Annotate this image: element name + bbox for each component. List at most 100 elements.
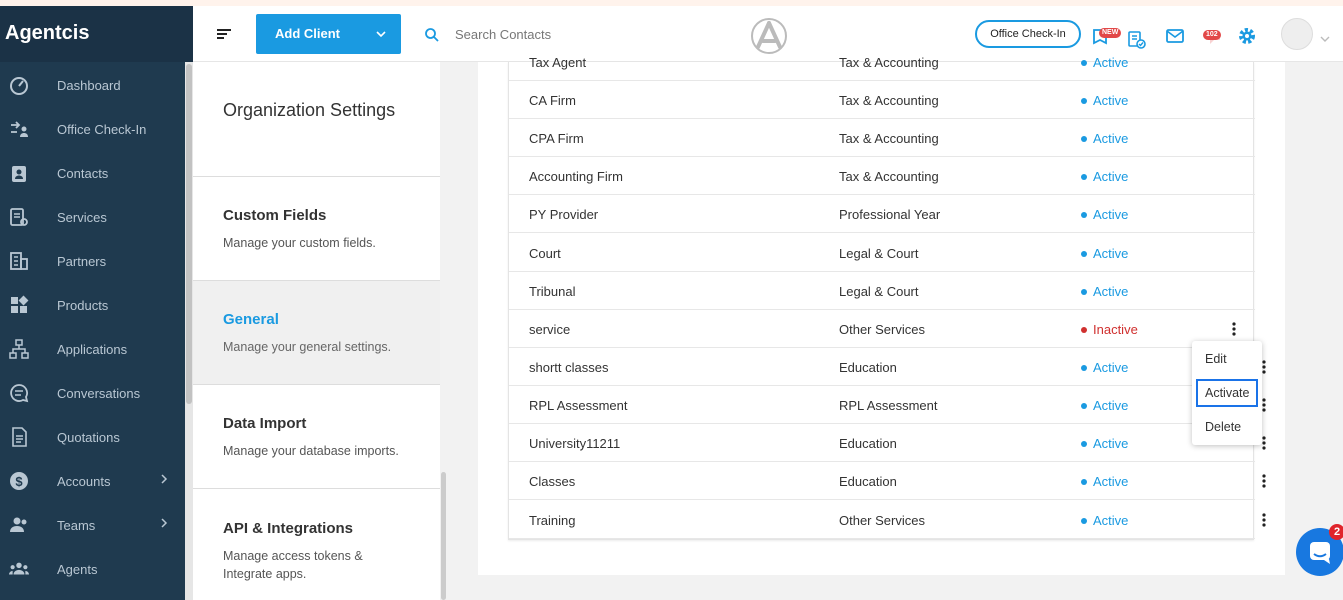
status-dot-icon (1081, 136, 1087, 142)
status-badge: Active (1081, 131, 1128, 146)
status-label: Active (1093, 246, 1129, 261)
table-row: shortt classes Education Active (509, 348, 1266, 386)
table-row: Accounting Firm Tax & Accounting Active (509, 157, 1255, 195)
status-dot-icon (1081, 403, 1087, 409)
status-badge: Active (1081, 284, 1128, 299)
status-label: Active (1093, 207, 1129, 222)
organization-settings-panel: Organization Settings Custom Fields Mana… (193, 62, 447, 600)
page-title: Organization Settings (223, 100, 396, 120)
status-badge: Active (1081, 55, 1128, 70)
settings-item-title: API & Integrations (223, 520, 354, 537)
search-icon[interactable] (424, 27, 440, 43)
chat-badge: 2 (1329, 524, 1343, 540)
service-name: Classes (529, 474, 576, 489)
user-avatar[interactable] (1281, 18, 1313, 50)
more-actions-icon[interactable] (1261, 512, 1267, 528)
more-actions-icon[interactable] (1261, 473, 1267, 489)
activate-menu-item[interactable]: Activate (1196, 379, 1258, 407)
service-name: PY Provider (529, 207, 599, 222)
partners-icon (9, 251, 29, 271)
sidebar-item-label: Applications (57, 341, 128, 357)
sidebar-item-accounts[interactable]: $ Accounts (0, 459, 185, 503)
sidebar-item-agents[interactable]: Agents (0, 547, 185, 591)
status-dot-icon (1081, 289, 1087, 295)
service-name: Training (529, 513, 576, 528)
sidebar: Agentcis Dashboard Office Check-In Conta… (0, 6, 193, 600)
sidebar-item-label: Teams (57, 517, 96, 533)
sidebar-item-label: Quotations (57, 429, 120, 445)
svg-text:$: $ (15, 474, 23, 489)
status-badge: Active (1081, 474, 1128, 489)
table-row: Classes Education Active (509, 462, 1266, 500)
service-category: Tax & Accounting (839, 169, 939, 184)
table-row: Training Other Services Active (509, 501, 1266, 539)
sidebar-item-applications[interactable]: Applications (0, 327, 185, 371)
status-badge: Active (1081, 246, 1128, 261)
service-category: Legal & Court (839, 246, 919, 261)
service-name: Tax Agent (529, 55, 587, 70)
settings-item-custom-fields[interactable]: Custom Fields Manage your custom fields. (193, 177, 440, 281)
more-actions-icon[interactable] (1231, 321, 1237, 337)
delete-menu-item[interactable]: Delete (1196, 413, 1258, 441)
sidebar-item-label: Services (57, 209, 107, 225)
settings-item-data-import[interactable]: Data Import Manage your database imports… (193, 385, 440, 489)
edit-menu-item[interactable]: Edit (1196, 345, 1258, 373)
settings-item-title: Custom Fields (223, 207, 327, 224)
table-row: Tribunal Legal & Court Active (509, 272, 1255, 310)
status-label: Active (1093, 360, 1129, 375)
table-row: Tax Agent Tax & Accounting Active (509, 43, 1255, 81)
status-label: Active (1093, 398, 1129, 413)
sidebar-item-conversations[interactable]: Conversations (0, 371, 185, 415)
check-in-icon (9, 119, 29, 139)
status-badge: Active (1081, 360, 1128, 375)
main-content-card: Tax Agent Tax & Accounting Active CA Firm Ta… (478, 55, 1285, 575)
settings-scrollbar-thumb[interactable] (441, 472, 446, 600)
service-name: service (529, 322, 571, 337)
service-category: Other Services (839, 322, 925, 337)
status-dot-icon (1081, 518, 1087, 524)
sidebar-item-label: Products (57, 297, 109, 313)
table-row: Court Legal & Court Active (509, 234, 1255, 272)
settings-item-general[interactable]: General Manage your general settings. (193, 281, 440, 385)
sidebar-item-dashboard[interactable]: Dashboard (0, 63, 185, 107)
service-name: University11211 (529, 436, 621, 451)
sidebar-item-partners[interactable]: Partners (0, 239, 185, 283)
sidebar-scrollbar-thumb[interactable] (186, 64, 192, 404)
settings-item-desc: Manage your database imports. (223, 444, 399, 458)
row-action-menu: Edit Activate Delete (1192, 341, 1262, 445)
service-category: Legal & Court (839, 284, 919, 299)
status-dot-icon (1081, 98, 1087, 104)
status-badge: Inactive (1081, 322, 1138, 337)
chevron-right-icon (157, 516, 171, 530)
sidebar-item-products[interactable]: Products (0, 283, 185, 327)
sidebar-item-teams[interactable]: Teams (0, 503, 185, 547)
status-badge: Active (1081, 169, 1128, 184)
settings-item-desc: Manage your custom fields. (223, 236, 376, 250)
service-name: CPA Firm (529, 131, 584, 146)
chevron-down-icon[interactable] (1320, 30, 1330, 42)
settings-item-desc: Manage your general settings. (223, 340, 392, 354)
status-badge: Active (1081, 436, 1128, 451)
settings-item-api-integrations[interactable]: API & Integrations Manage access tokens … (193, 490, 440, 594)
table-row: CA Firm Tax & Accounting Active (509, 81, 1255, 119)
menu-icon[interactable] (215, 26, 233, 42)
teams-icon (9, 515, 29, 535)
sidebar-item-services[interactable]: Services (0, 195, 185, 239)
sidebar-item-label: Accounts (57, 473, 111, 489)
brand-logo[interactable]: Agentcis (0, 6, 193, 62)
table-row: University11211 Education Active (509, 424, 1266, 462)
status-dot-icon (1081, 251, 1087, 257)
status-label: Active (1093, 474, 1129, 489)
service-category: Education (839, 360, 897, 375)
chevron-right-icon (157, 472, 171, 486)
sidebar-item-contacts[interactable]: Contacts (0, 151, 185, 195)
sidebar-item-quotations[interactable]: Quotations (0, 415, 185, 459)
service-category: Tax & Accounting (839, 131, 939, 146)
add-client-button[interactable]: Add Client (256, 14, 401, 54)
quotations-icon (9, 427, 29, 447)
chevron-down-icon[interactable] (375, 28, 387, 40)
add-client-label: Add Client (275, 26, 340, 41)
service-category: Other Services (839, 513, 925, 528)
notification-count-badge: 102 (1203, 30, 1221, 40)
sidebar-item-office-check-in[interactable]: Office Check-In (0, 107, 185, 151)
